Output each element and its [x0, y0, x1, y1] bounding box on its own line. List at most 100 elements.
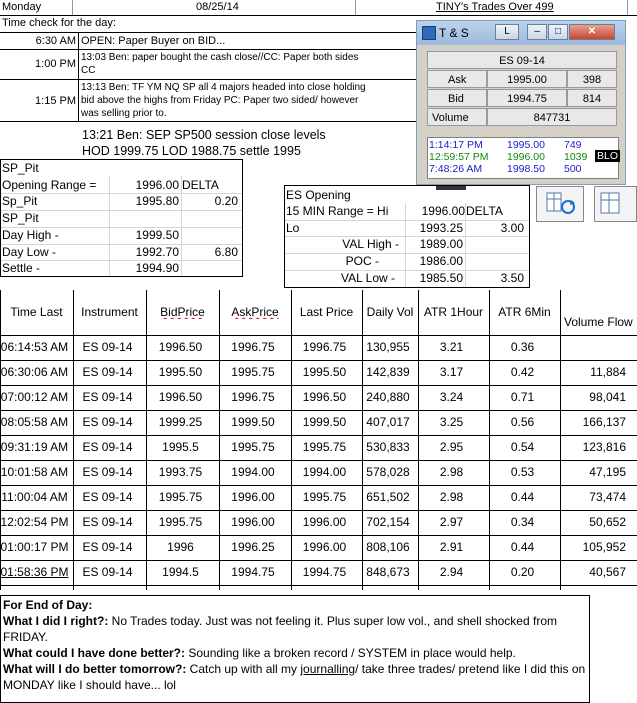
cell-volume-flow: 11,884: [590, 365, 626, 379]
sp-pit-value: 1995.80: [135, 194, 179, 208]
es-opening-extra: 3.50: [500, 271, 524, 285]
trades-table: Time Last Instrument BidPrice AskPrice L…: [0, 290, 637, 590]
review-question: What I did I right?:: [3, 614, 109, 628]
cell-ask: 1994.00: [231, 465, 275, 479]
cell-time: 11:00:04 AM: [1, 490, 68, 504]
sp-pit-box: SP_Pit Opening Range = 1996.00 DELTA Sp_…: [0, 159, 243, 277]
close-note-line: 13:21 Ben: SEP SP500 session close level…: [82, 128, 326, 142]
cell-last: 1996.00: [302, 540, 347, 554]
cell-volume-flow: 123,816: [582, 440, 626, 454]
cell-volume-flow: 98,041: [589, 390, 626, 404]
cell-bid: 1995.75: [158, 515, 203, 529]
cell-atr-1h: 3.21: [439, 340, 464, 354]
close-levels-note: 13:21 Ben: SEP SP500 session close level…: [82, 127, 326, 159]
bid-label: Bid: [427, 89, 487, 107]
sp-pit-extra: 6.80: [214, 245, 238, 259]
tape-price: 1996.00: [507, 151, 545, 163]
es-opening-label: Lo: [286, 221, 300, 235]
cell-bid: 1995.5: [162, 440, 199, 454]
cell-daily-vol: 848,673: [366, 565, 410, 579]
cell-atr-1h: 3.17: [439, 365, 464, 379]
bid-size: 814: [567, 89, 617, 107]
grid-button[interactable]: [594, 186, 637, 222]
time-check-label: Time check for the day:: [2, 17, 116, 29]
ask-size: 398: [567, 70, 617, 88]
es-opening-value: 1986.00: [419, 254, 463, 268]
tape-size: 500: [564, 163, 582, 175]
col-header-volume-flow: Volume Flow: [564, 315, 633, 329]
cell-bid: 1996.50: [158, 390, 203, 404]
cell-atr-6m: 0.71: [510, 390, 535, 404]
window-titlebar[interactable]: T & S L – □ ✕: [417, 21, 625, 45]
es-opening-title: ES Opening: [286, 188, 351, 202]
col-header-atr-6m: ATR 6Min: [498, 305, 551, 319]
cell-atr-6m: 0.34: [510, 515, 535, 529]
cell-ask: 1999.50: [231, 415, 275, 429]
cell-atr-6m: 0.44: [510, 490, 535, 504]
cell-instrument: ES 09-14: [82, 465, 133, 479]
refresh-button[interactable]: [536, 186, 584, 222]
es-opening-value: 1996.00: [421, 204, 465, 218]
cell-bid: 1995.75: [158, 490, 203, 504]
cell-last: 1994.00: [302, 465, 347, 479]
sp-pit-label: SP_Pit: [2, 211, 39, 225]
cell-instrument: ES 09-14: [82, 415, 133, 429]
cell-ask: 1996.75: [231, 340, 275, 354]
minimize-icon[interactable]: –: [527, 24, 547, 40]
cell-time: 12:02:54 PM: [0, 515, 69, 529]
window-title: T & S: [439, 26, 469, 40]
cell-volume-flow: 105,952: [582, 540, 626, 554]
col-header-daily-vol: Daily Vol: [366, 305, 414, 319]
es-opening-box: ES Opening 15 MIN Range = Hi 1996.00 DEL…: [284, 185, 530, 288]
cell-instrument: ES 09-14: [82, 440, 133, 454]
link-button[interactable]: L: [495, 24, 519, 40]
col-header-bid: BidPrice: [160, 305, 205, 319]
cell-volume-flow: 73,474: [589, 490, 626, 504]
tape-price: 1995.00: [507, 139, 545, 151]
cell-instrument: ES 09-14: [82, 565, 133, 579]
sp-pit-value: 1996.00: [135, 178, 179, 192]
cell-instrument: ES 09-14: [82, 540, 133, 554]
cell-bid: 1995.50: [158, 365, 203, 379]
close-note-line: HOD 1999.75 LOD 1988.75 settle 1995: [82, 144, 301, 158]
review-answer: journalling: [300, 662, 356, 676]
cell-daily-vol: 130,955: [366, 340, 410, 354]
cell-atr-1h: 2.97: [439, 515, 464, 529]
sp-pit-value: 1992.70: [135, 245, 179, 259]
review-row: What will I do better tomorrow?: Catch u…: [3, 661, 587, 693]
cell-volume-flow: 40,567: [589, 565, 626, 579]
cell-atr-6m: 0.42: [510, 365, 535, 379]
maximize-icon[interactable]: □: [548, 24, 568, 40]
review-question: What will I do better tomorrow?:: [3, 662, 187, 676]
es-opening-label: VAL Low -: [340, 271, 395, 285]
log-time: 1:15 PM: [35, 95, 76, 107]
tape-block-tag: BLO: [595, 150, 621, 162]
cell-volume-flow: 50,652: [589, 515, 626, 529]
cell-bid: 1996.50: [158, 340, 203, 354]
cell-ask: 1996.75: [231, 390, 275, 404]
cell-last: 1995.50: [302, 365, 347, 379]
cell-daily-vol: 702,154: [366, 515, 410, 529]
es-opening-label: 15 MIN Range = Hi: [286, 204, 389, 218]
close-icon[interactable]: ✕: [569, 24, 615, 40]
tape-list[interactable]: 1:14:17 PM 1995.00 749 12:59:57 PM 1996.…: [427, 137, 621, 179]
col-header-last: Last Price: [299, 305, 354, 319]
cell-ask: 1996.00: [231, 490, 275, 504]
date-label: 08/25/14: [196, 1, 239, 13]
window-app-icon: [422, 26, 436, 40]
cell-last: 1996.75: [302, 340, 347, 354]
cell-daily-vol: 240,880: [366, 390, 410, 404]
cell-last: 1996.00: [302, 515, 347, 529]
tape-price: 1998.50: [507, 163, 545, 175]
log-text: OPEN: Paper Buyer on BID...: [81, 35, 226, 47]
sp-pit-label: Opening Range =: [2, 178, 97, 192]
log-text: 13:03 Ben: paper bought the cash close//…: [81, 52, 359, 76]
cell-atr-1h: 2.98: [439, 465, 464, 479]
cell-instrument: ES 09-14: [82, 490, 133, 504]
cell-daily-vol: 142,839: [366, 365, 410, 379]
time-and-sales-window[interactable]: T & S L – □ ✕ ES 09-14 Ask 1995.00 398 B…: [416, 20, 626, 185]
cell-bid: 1996: [167, 540, 194, 554]
volume-value: 847731: [487, 108, 617, 126]
cell-ask: 1996.00: [231, 515, 275, 529]
sp-pit-value: 1999.50: [135, 228, 179, 242]
